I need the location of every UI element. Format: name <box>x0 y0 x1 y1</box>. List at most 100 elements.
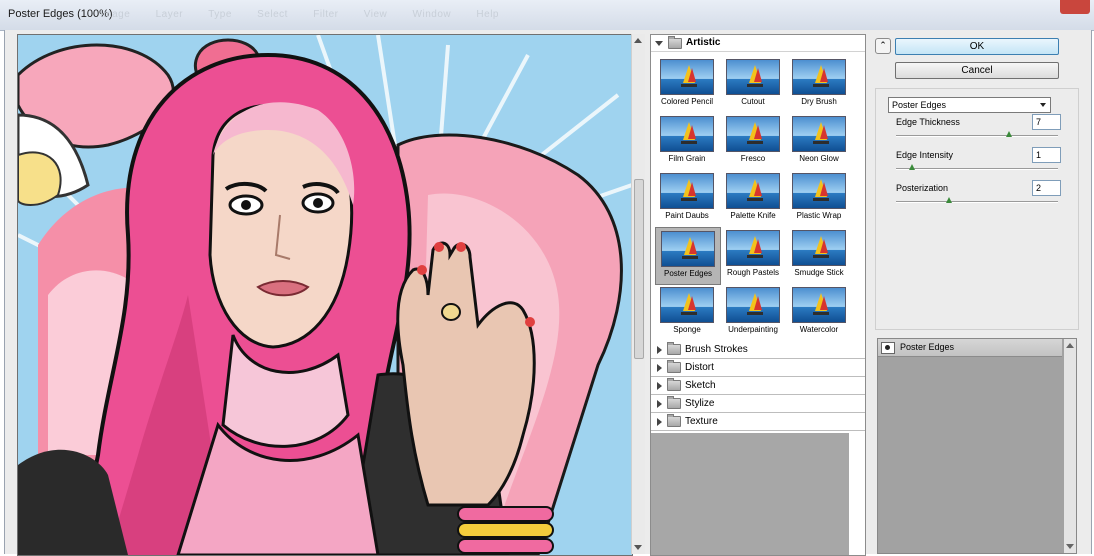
filter-thumb-label: Watercolor <box>799 325 839 334</box>
eye-icon[interactable] <box>881 342 895 354</box>
filter-preview-image <box>792 287 846 323</box>
filter-thumbnails: Colored Pencil Cutout Dry Brush Film Grain F… <box>651 52 865 342</box>
filter-settings: Poster Edges Edge Thickness 7 Edge Inten… <box>875 88 1079 330</box>
expand-right-icon <box>657 417 662 426</box>
filter-preview-image <box>660 287 714 323</box>
category-texture[interactable]: Texture <box>651 413 865 431</box>
filter-thumb[interactable]: Palette Knife <box>721 170 785 226</box>
filter-gallery: Artistic Colored Pencil Cutout Dry Brush Fi… <box>650 34 866 556</box>
category-label: Stylize <box>685 397 715 409</box>
filter-thumb[interactable]: Fresco <box>721 113 785 169</box>
folder-icon <box>667 414 681 427</box>
slider-track[interactable] <box>896 201 1058 202</box>
filter-thumb-label: Fresco <box>740 154 766 163</box>
filter-preview-image <box>661 231 715 267</box>
filter-thumb[interactable]: Film Grain <box>655 113 719 169</box>
folder-icon <box>667 378 681 391</box>
expand-right-icon <box>657 381 662 390</box>
filter-preview-image <box>726 173 780 209</box>
slider-track[interactable] <box>896 168 1058 169</box>
filter-thumb-label: Sponge <box>673 325 701 334</box>
filter-thumb[interactable]: Poster Edges <box>655 227 721 285</box>
filter-preview-image <box>660 116 714 152</box>
category-stylize[interactable]: Stylize <box>651 395 865 413</box>
scroll-up-icon[interactable] <box>1066 343 1074 348</box>
window-title: Poster Edges (100%) <box>8 8 113 20</box>
param-value-input[interactable]: 2 <box>1032 180 1061 196</box>
menu-image: Image <box>100 9 131 20</box>
filter-thumb-label: Neon Glow <box>799 154 839 163</box>
effect-layers-panel: Poster Edges <box>877 338 1077 554</box>
filter-preview-image <box>726 116 780 152</box>
preview-scrollbar[interactable] <box>631 34 645 554</box>
filter-thumb[interactable]: Underpainting <box>721 284 785 340</box>
param-label: Edge Intensity <box>896 150 954 160</box>
filter-thumb[interactable]: Smudge Stick <box>787 227 851 283</box>
menu-layer: Layer <box>155 9 184 20</box>
filter-thumb-label: Plastic Wrap <box>796 211 842 220</box>
filter-preview-image <box>660 59 714 95</box>
menu-window: Window <box>412 9 452 20</box>
scroll-up-icon[interactable] <box>634 38 642 43</box>
category-label: Brush Strokes <box>685 343 748 355</box>
filter-thumb-label: Dry Brush <box>801 97 837 106</box>
filter-preview-image <box>792 116 846 152</box>
dropdown-arrow-icon <box>1040 103 1046 107</box>
category-distort[interactable]: Distort <box>651 359 865 377</box>
filter-thumb[interactable]: Sponge <box>655 284 719 340</box>
category-brush-strokes[interactable]: Brush Strokes <box>651 341 865 359</box>
filter-select[interactable]: Poster Edges <box>888 97 1051 113</box>
settings-panel: ⌃ OK Cancel Poster Edges Edge Thickness … <box>873 34 1091 554</box>
category-label: Distort <box>685 361 714 373</box>
image-preview[interactable] <box>17 34 633 556</box>
effect-layer-row[interactable]: Poster Edges <box>878 339 1062 357</box>
slider-track[interactable] <box>896 135 1058 136</box>
slider-handle[interactable] <box>909 164 915 170</box>
filter-thumb[interactable]: Rough Pastels <box>721 227 785 283</box>
filter-thumb-label: Colored Pencil <box>660 97 714 106</box>
category-label: Artistic <box>686 37 721 48</box>
collapse-gallery-icon[interactable]: ⌃ <box>875 38 891 54</box>
folder-icon <box>667 360 681 373</box>
cancel-button[interactable]: Cancel <box>895 62 1059 79</box>
menu-filter: Filter <box>313 9 339 20</box>
scroll-down-icon[interactable] <box>634 545 642 550</box>
param-value-input[interactable]: 1 <box>1032 147 1061 163</box>
filter-thumb-label: Underpainting <box>728 325 778 334</box>
menu-help: Help <box>476 9 499 20</box>
scrollbar-thumb[interactable] <box>634 179 644 359</box>
menu-select: Select <box>257 9 288 20</box>
close-button[interactable] <box>1060 0 1090 14</box>
expand-right-icon <box>657 363 662 372</box>
category-sketch[interactable]: Sketch <box>651 377 865 395</box>
closed-categories: Brush Strokes Distort Sketch Stylize Tex <box>651 341 865 431</box>
category-artistic[interactable]: Artistic <box>651 35 865 52</box>
filter-thumb-label: Rough Pastels <box>726 268 780 277</box>
category-label: Texture <box>685 415 718 427</box>
filter-thumb[interactable]: Paint Daubs <box>655 170 719 226</box>
scroll-down-icon[interactable] <box>1066 544 1074 549</box>
slider-handle[interactable] <box>946 197 952 203</box>
effect-layer-name: Poster Edges <box>900 342 955 352</box>
expand-right-icon <box>657 345 662 354</box>
expand-down-icon <box>655 40 663 46</box>
filter-thumb[interactable]: Colored Pencil <box>655 56 719 112</box>
filter-preview-image <box>792 173 846 209</box>
filter-preview-image <box>792 59 846 95</box>
title-bar: Poster Edges (100%) Image Layer Type Sel… <box>0 0 1094 31</box>
slider-handle[interactable] <box>1006 131 1012 137</box>
menu-view: View <box>363 9 388 20</box>
filter-thumb[interactable]: Cutout <box>721 56 785 112</box>
filter-preview-image <box>726 59 780 95</box>
folder-icon <box>667 396 681 409</box>
filter-thumb[interactable]: Dry Brush <box>787 56 851 112</box>
layers-scrollbar[interactable] <box>1064 339 1076 553</box>
filter-thumb[interactable]: Watercolor <box>787 284 851 340</box>
filter-preview-image <box>726 230 780 266</box>
param-label: Edge Thickness <box>896 117 960 127</box>
filter-thumb[interactable]: Plastic Wrap <box>787 170 851 226</box>
param-value-input[interactable]: 7 <box>1032 114 1061 130</box>
ok-button[interactable]: OK <box>895 38 1059 55</box>
filter-thumb[interactable]: Neon Glow <box>787 113 851 169</box>
filter-gallery-dialog: Artistic Colored Pencil Cutout Dry Brush Fi… <box>4 30 1092 556</box>
